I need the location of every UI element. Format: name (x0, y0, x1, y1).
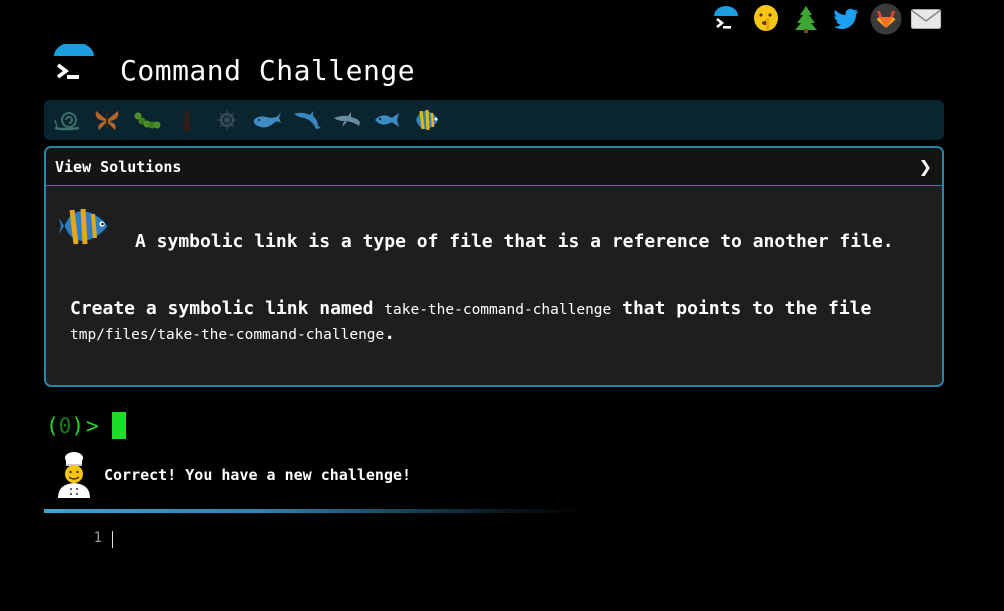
header: Command Challenge (50, 42, 416, 92)
prompt-arrow: > (85, 413, 99, 438)
level-fish-icon[interactable] (372, 105, 402, 135)
view-solutions-toggle[interactable]: View Solutions ❯ (46, 148, 942, 186)
level-caterpillar-icon[interactable] (132, 105, 162, 135)
level-bar (44, 100, 944, 140)
gitlab-icon[interactable] (870, 3, 902, 35)
command-editor: 1 (44, 528, 944, 552)
challenge-task: Create a symbolic link named take-the-co… (70, 297, 930, 347)
chef-icon (54, 451, 94, 499)
task-prefix: Create a symbolic link named (70, 298, 385, 319)
level-tropical-fish-icon[interactable] (412, 105, 442, 135)
level-snail-icon[interactable] (52, 105, 82, 135)
shushing-face-icon[interactable] (750, 3, 782, 35)
prompt-close-paren: ) (71, 413, 84, 438)
text-caret (112, 531, 113, 548)
line-number: 1 (93, 530, 102, 546)
challenge-description: A symbolic link is a type of file that i… (135, 231, 894, 252)
command-challenge-logo-icon[interactable] (710, 3, 742, 35)
tree-icon[interactable] (790, 3, 822, 35)
logo-icon[interactable] (50, 42, 98, 92)
challenge-panel: View Solutions ❯ A symbolic link is a ty… (44, 146, 944, 387)
app-title: Command Challenge (120, 53, 416, 87)
level-dolphin-icon-2[interactable] (332, 105, 362, 135)
task-link-name: take-the-command-challenge (384, 302, 612, 318)
command-input[interactable] (110, 530, 930, 550)
level-dolphin-icon[interactable] (292, 105, 322, 135)
envelope-icon[interactable] (910, 3, 942, 35)
chevron-right-icon: ❯ (918, 157, 932, 176)
message-text: Correct! You have a new challenge! (104, 466, 412, 484)
terminal-cursor[interactable] (111, 412, 126, 439)
shell-prompt: (0) > (46, 412, 126, 439)
top-links (710, 3, 942, 35)
view-solutions-label: View Solutions (55, 157, 182, 176)
twitter-icon[interactable] (830, 3, 862, 35)
prompt-count: 0 (58, 413, 72, 438)
task-middle: that points to the file (611, 298, 872, 319)
separator-line (44, 509, 584, 513)
task-target-path: tmp/files/take-the-command-challenge (70, 327, 385, 343)
feedback-message: Correct! You have a new challenge! (54, 451, 411, 499)
level-butterfly-icon[interactable] (92, 105, 122, 135)
level-whale-icon[interactable] (252, 105, 282, 135)
page: Command Challenge View Solutions ❯ A sym… (0, 0, 1004, 611)
tropical-fish-icon (58, 202, 112, 250)
level-ant-icon[interactable] (172, 105, 202, 135)
level-sea-urchin-icon[interactable] (212, 105, 242, 135)
task-suffix: . (384, 323, 396, 344)
prompt-open-paren: ( (46, 413, 59, 438)
